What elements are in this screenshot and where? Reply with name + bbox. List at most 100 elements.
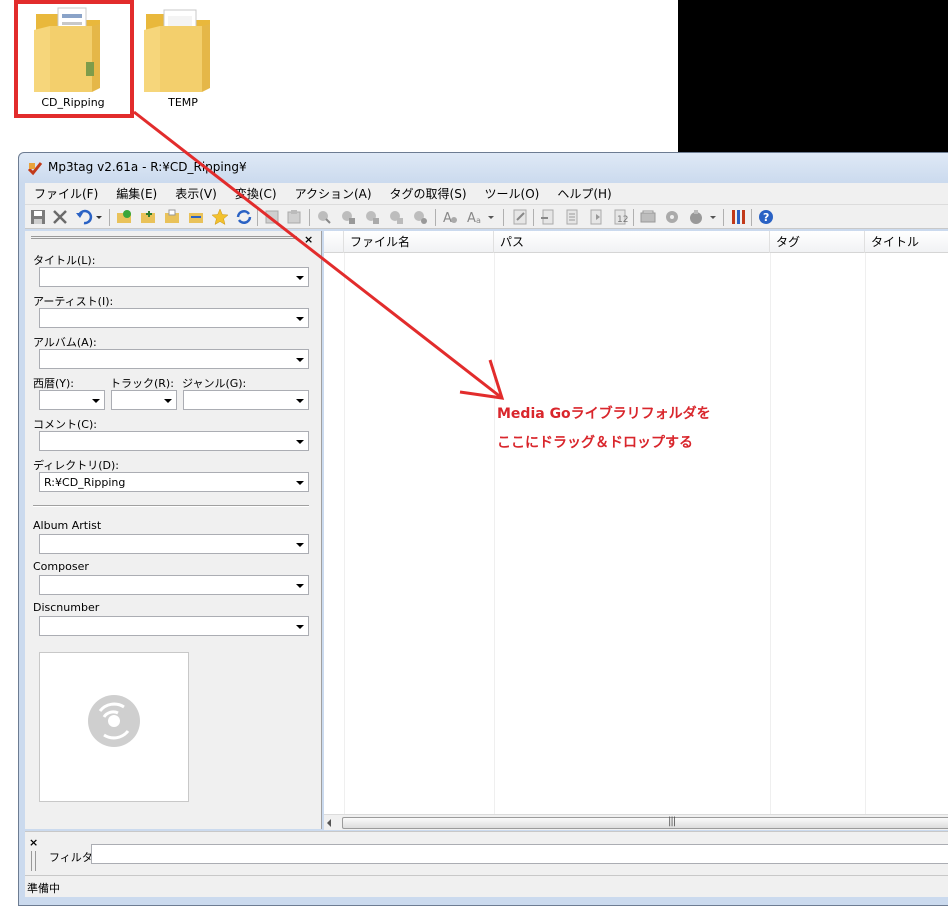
background-window-area — [678, 0, 948, 155]
discnumber-combo[interactable] — [39, 616, 309, 636]
genre-label: ジャンル(G): — [182, 377, 247, 390]
chevron-down-icon[interactable] — [296, 358, 304, 362]
chevron-down-icon[interactable] — [296, 543, 304, 547]
filter-close-button[interactable]: × — [29, 836, 38, 849]
text-file-tag-icon[interactable] — [387, 208, 405, 226]
selection-highlight-box — [14, 0, 134, 118]
web-source-dropdown-icon[interactable] — [709, 208, 717, 226]
export-icon[interactable] — [539, 208, 557, 226]
change-directory-icon[interactable] — [115, 208, 133, 226]
chevron-down-icon[interactable] — [92, 399, 100, 403]
comment-combo[interactable] — [39, 431, 309, 451]
menu-view[interactable]: 表示(V) — [166, 183, 226, 205]
filter-grip[interactable] — [31, 851, 36, 871]
artist-combo[interactable] — [39, 308, 309, 328]
artist-label: アーティスト(I): — [33, 295, 114, 308]
composer-combo[interactable] — [39, 575, 309, 595]
menu-help[interactable]: ヘルプ(H) — [548, 183, 620, 205]
case-conversion-icon[interactable]: A — [441, 208, 459, 226]
horizontal-scrollbar[interactable]: ||| — [324, 814, 948, 830]
copy-tag-icon[interactable] — [263, 208, 281, 226]
composer-label: Composer — [33, 560, 89, 573]
cd-icon — [88, 695, 140, 747]
status-bar: 準備中 — [25, 875, 948, 897]
remove-tag-icon[interactable] — [51, 208, 69, 226]
annotation-line: ここにドラッグ＆ドロップする — [497, 435, 693, 451]
format-value-icon[interactable]: Aa — [465, 208, 483, 226]
chevron-down-icon[interactable] — [296, 440, 304, 444]
svg-text:A: A — [443, 211, 452, 226]
menu-file[interactable]: ファイル(F) — [25, 183, 107, 205]
svg-text:12: 12 — [617, 215, 628, 225]
undo-dropdown-icon[interactable] — [95, 208, 103, 226]
add-directory-icon[interactable] — [139, 208, 157, 226]
menu-convert[interactable]: 変換(C) — [226, 183, 286, 205]
save-icon[interactable] — [29, 208, 47, 226]
menu-tag-sources[interactable]: タグの取得(S) — [381, 183, 476, 205]
help-icon[interactable]: ? — [757, 208, 775, 226]
scroll-left-icon[interactable] — [327, 819, 331, 827]
playlist-icon[interactable] — [563, 208, 581, 226]
column-filename[interactable]: ファイル名 — [344, 231, 494, 253]
open-folder-icon[interactable] — [163, 208, 181, 226]
undo-icon[interactable] — [75, 208, 93, 226]
menu-tools[interactable]: ツール(O) — [476, 183, 549, 205]
paste-tag-icon[interactable] — [285, 208, 303, 226]
status-text: 準備中 — [27, 882, 60, 895]
chevron-down-icon[interactable] — [296, 625, 304, 629]
panel-grip[interactable] — [31, 236, 297, 239]
discogs-icon[interactable] — [663, 208, 681, 226]
options-icon[interactable] — [729, 208, 747, 226]
title-bar[interactable]: Mp3tag v2.61a - R:¥CD_Ripping¥ — [19, 153, 948, 183]
title-combo[interactable] — [39, 267, 309, 287]
genre-combo[interactable] — [183, 390, 309, 410]
title-label: タイトル(L): — [33, 254, 96, 267]
svg-text:a: a — [476, 216, 481, 225]
year-combo[interactable] — [39, 390, 105, 410]
favorite-folder-icon[interactable] — [187, 208, 205, 226]
filter-label: フィルタ: — [49, 851, 97, 864]
filter-bar: × フィルタ: — [25, 831, 948, 875]
chevron-down-icon[interactable] — [164, 399, 172, 403]
refresh-icon[interactable] — [235, 208, 253, 226]
album-artist-combo[interactable] — [39, 534, 309, 554]
scroll-grip-icon: ||| — [668, 816, 676, 827]
chevron-down-icon[interactable] — [296, 481, 304, 485]
tag-panel-close-button[interactable]: × — [304, 233, 313, 246]
edit-icon[interactable] — [511, 208, 529, 226]
column-tag[interactable]: タグ — [770, 231, 865, 253]
column-title[interactable]: タイトル — [865, 231, 948, 253]
menu-edit[interactable]: 編集(E) — [107, 183, 166, 205]
column-status[interactable] — [324, 231, 344, 253]
svg-text:A: A — [467, 211, 476, 226]
actions-dropdown-icon[interactable] — [487, 208, 495, 226]
folder-icon — [144, 9, 210, 92]
filename-tag-icon[interactable] — [339, 208, 357, 226]
directory-combo[interactable]: R:¥CD_Ripping — [39, 472, 309, 492]
tag-tag-icon[interactable] — [411, 208, 429, 226]
folder-temp[interactable]: TEMP — [138, 0, 228, 109]
column-divider — [344, 253, 345, 815]
chevron-down-icon[interactable] — [296, 317, 304, 321]
track-combo[interactable] — [111, 390, 177, 410]
cover-art-box[interactable] — [39, 652, 189, 802]
chevron-down-icon[interactable] — [296, 584, 304, 588]
chevron-down-icon[interactable] — [296, 399, 304, 403]
filename-filename-icon[interactable] — [363, 208, 381, 226]
album-label: アルバム(A): — [33, 336, 97, 349]
star-icon[interactable] — [211, 208, 229, 226]
freedb-icon[interactable] — [639, 208, 657, 226]
column-path[interactable]: パス — [494, 231, 770, 253]
scroll-thumb[interactable]: ||| — [342, 816, 948, 829]
tag-panel: × タイトル(L): アーティスト(I): アルバム(A): 西暦(Y): トラ… — [25, 231, 322, 829]
number-icon[interactable]: 12 — [611, 208, 629, 226]
chevron-down-icon[interactable] — [296, 276, 304, 280]
menu-actions[interactable]: アクション(A) — [286, 183, 381, 205]
album-artist-label: Album Artist — [33, 519, 102, 532]
playlist-selected-icon[interactable] — [587, 208, 605, 226]
filter-input[interactable] — [91, 844, 948, 864]
tag-filename-icon[interactable] — [315, 208, 333, 226]
file-list[interactable]: ファイル名 パス タグ タイトル ||| — [324, 231, 948, 830]
web-source-icon[interactable] — [687, 208, 705, 226]
album-combo[interactable] — [39, 349, 309, 369]
